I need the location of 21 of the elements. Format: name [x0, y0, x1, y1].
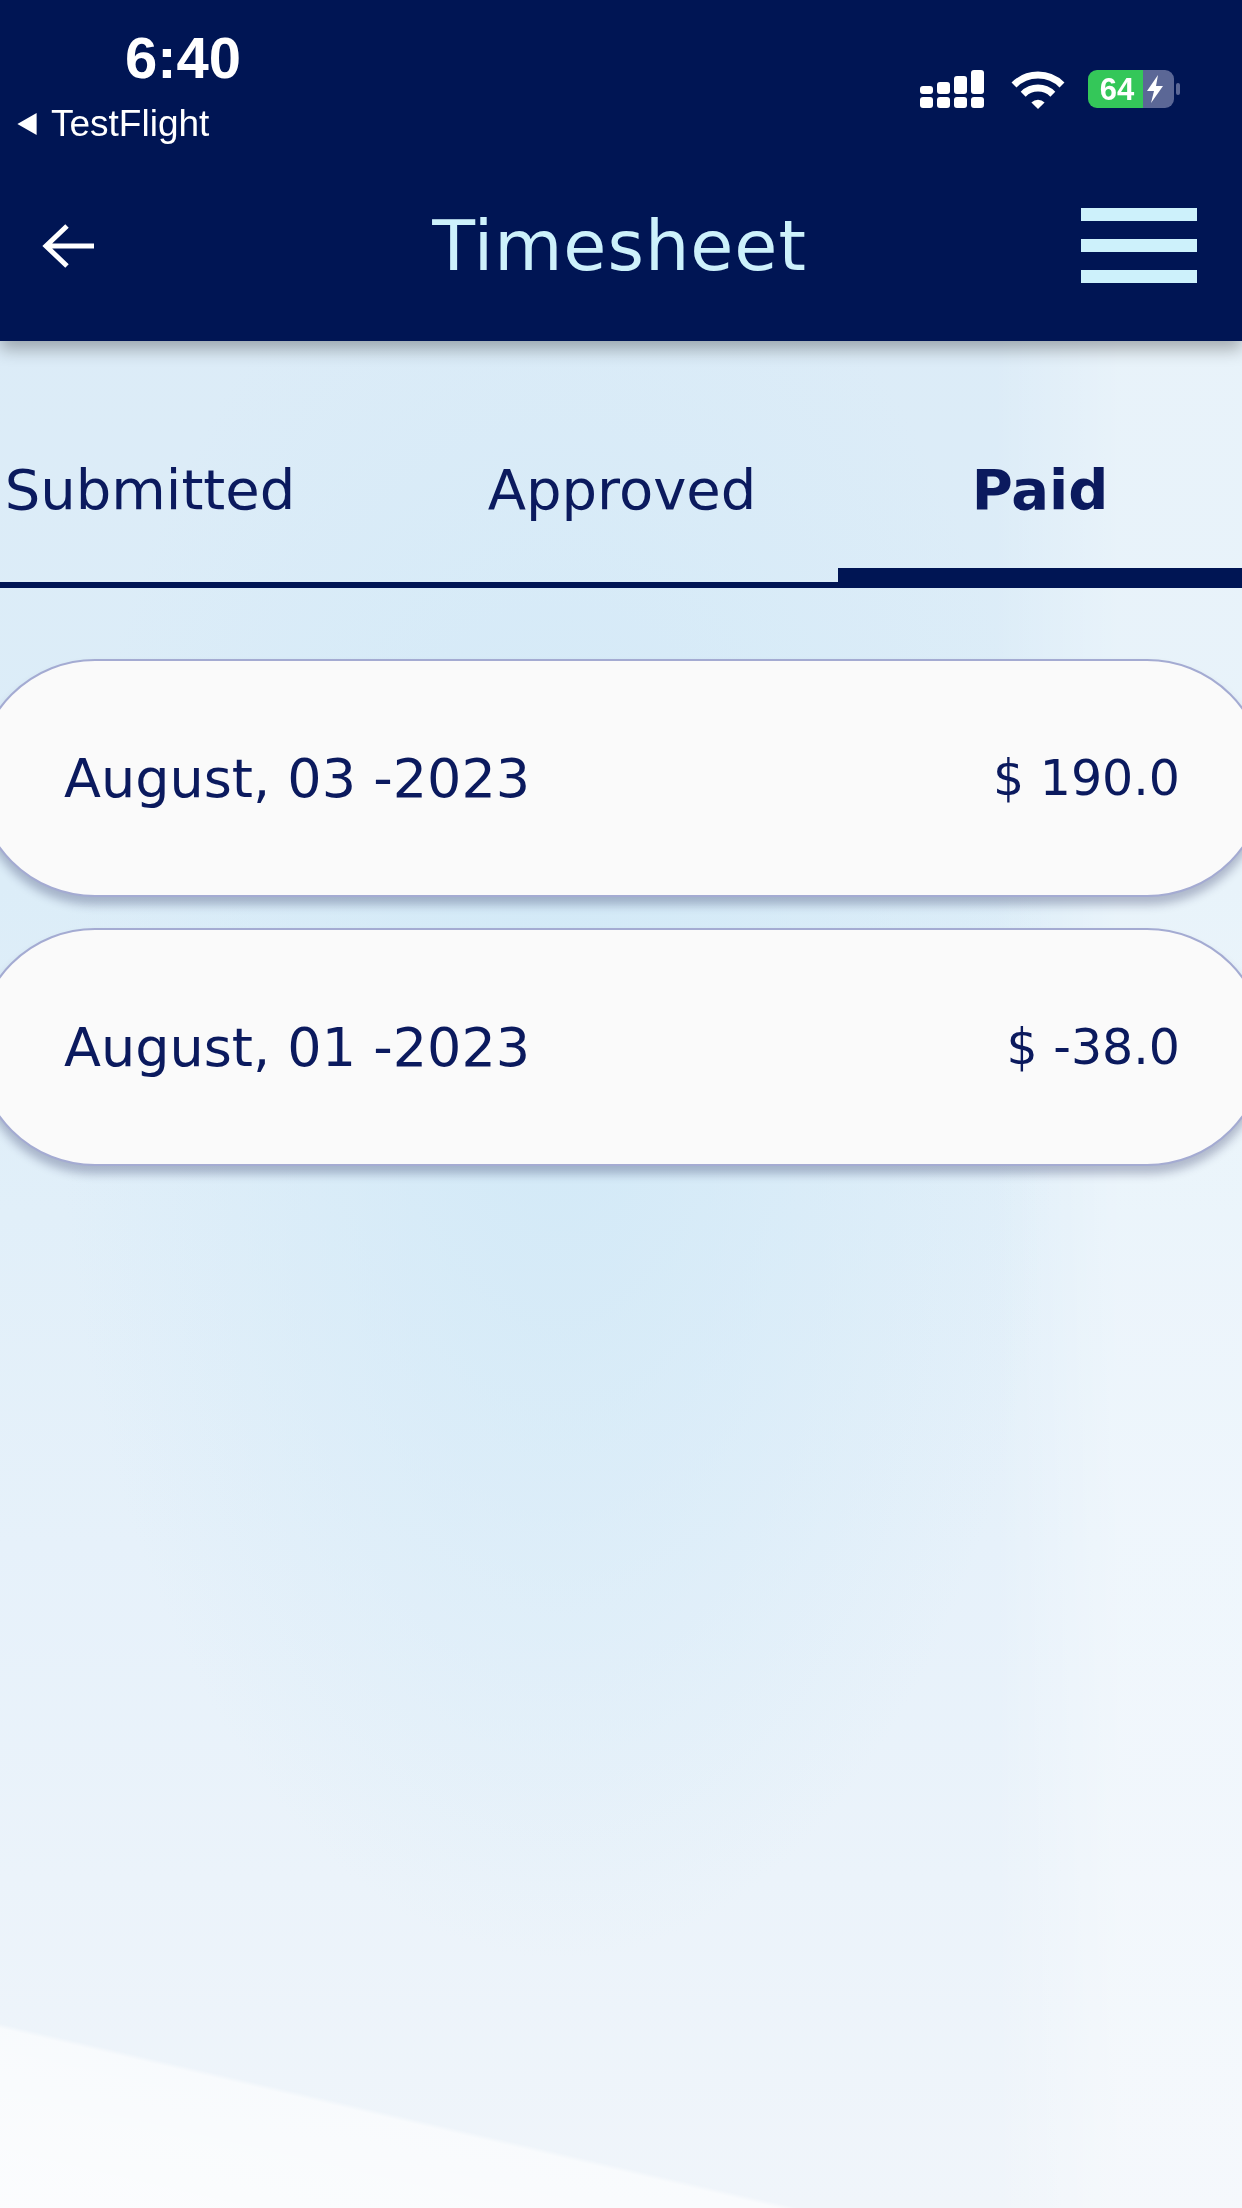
tab[interactable]: Paid	[838, 341, 1242, 582]
timesheet-amount: $ 190.0	[992, 749, 1180, 807]
tab[interactable]: Approved	[406, 341, 838, 582]
timesheet-card[interactable]: August, 01 -2023 $ -38.0	[0, 928, 1242, 1166]
menu-icon	[1081, 208, 1197, 283]
wifi-icon	[1010, 70, 1066, 109]
tab[interactable]: Submitted	[0, 341, 300, 582]
back-to-app-link[interactable]: TestFlight	[17, 102, 210, 146]
menu-button[interactable]	[1081, 208, 1197, 283]
page-title: Timesheet	[432, 203, 807, 289]
timesheet-date: August, 01 -2023	[64, 1015, 531, 1079]
timesheet-card[interactable]: August, 03 -2023 $ 190.0	[0, 659, 1242, 897]
back-arrow-icon	[42, 223, 96, 268]
battery-percent-text: 64	[1099, 72, 1135, 107]
back-button[interactable]	[42, 223, 96, 268]
back-triangle-icon	[17, 113, 37, 135]
charging-bolt-icon	[1147, 75, 1163, 103]
status-time: 6:40	[125, 24, 242, 92]
timesheet-amount: $ -38.0	[1006, 1018, 1180, 1076]
signal-icon	[920, 70, 984, 108]
timesheet-date: August, 03 -2023	[64, 746, 531, 810]
